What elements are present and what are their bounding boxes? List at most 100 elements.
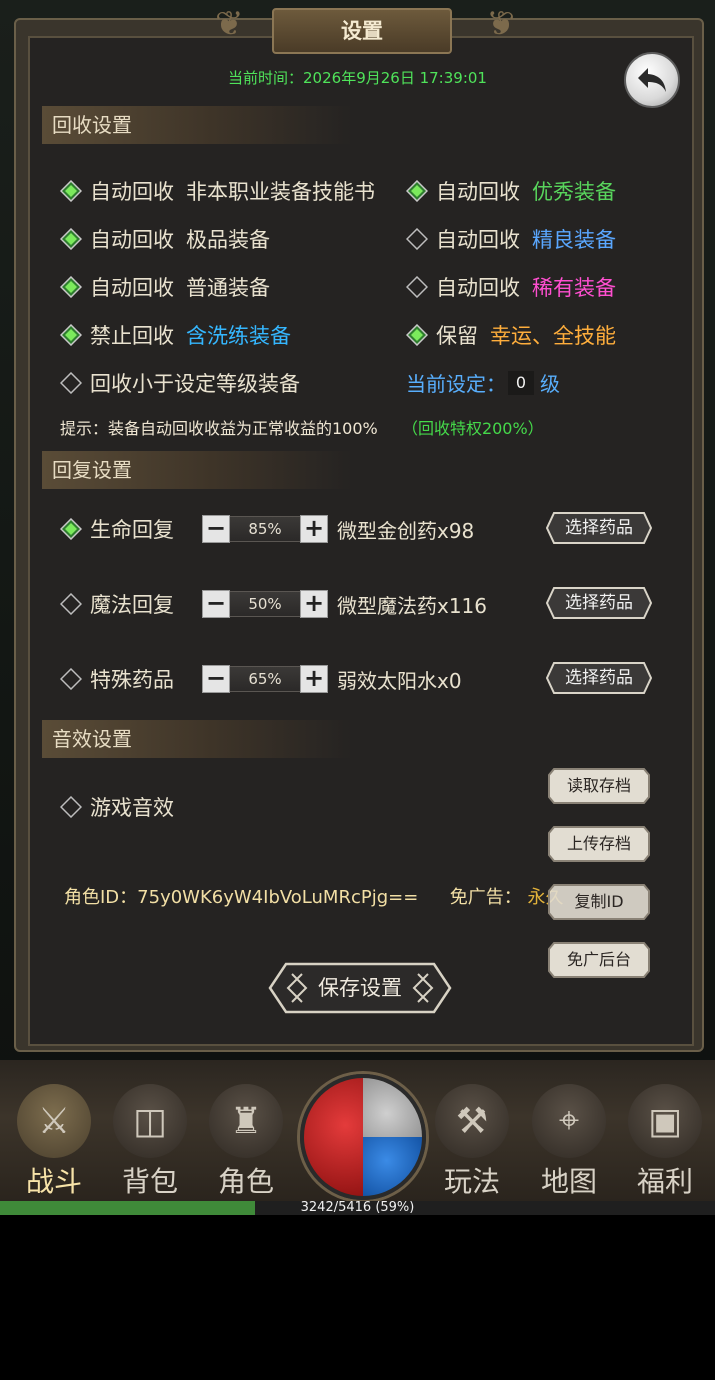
- recovery-label: 生命回复: [90, 518, 174, 542]
- role-id-line: 角色ID：75y0WK6yW4IbVoLuMRcPjg== 免广告： 永久: [64, 883, 564, 909]
- checkbox-checked-icon[interactable]: [406, 180, 428, 202]
- level-input[interactable]: 0: [508, 370, 534, 395]
- upload-save-button[interactable]: 上传存档: [548, 826, 650, 862]
- read-save-button[interactable]: 读取存档: [548, 768, 650, 804]
- section-recovery-settings: 回复设置: [42, 451, 352, 489]
- nav-label: 背包: [121, 1165, 178, 1198]
- nav-label: 战斗: [25, 1165, 82, 1198]
- character-helmet-icon: ♜: [209, 1084, 283, 1158]
- medicine-name: 弱效太阳水x0: [337, 669, 462, 693]
- percent-value: 85%: [230, 516, 300, 542]
- plus-button[interactable]: +: [300, 665, 328, 693]
- recycle-level-label: 回收小于设定等级装备: [90, 372, 300, 396]
- medicine-name: 微型魔法药x116: [337, 594, 488, 618]
- crossed-swords-icon: ⚔: [17, 1084, 91, 1158]
- special-percent-stepper: − 65% +: [202, 665, 328, 693]
- recycle-item: 幸运、全技能: [490, 324, 616, 348]
- checkbox-unchecked-icon[interactable]: [406, 276, 428, 298]
- recovery-label: 魔法回复: [90, 593, 174, 617]
- choose-medicine-button[interactable]: 选择药品: [545, 512, 653, 544]
- mp-orb-part: [363, 1137, 422, 1196]
- recycle-option-normal[interactable]: 自动回收 普通装备: [60, 272, 270, 302]
- title-ornament-right: ❦: [486, 4, 516, 44]
- recycle-prefix: 自动回收: [90, 276, 174, 300]
- save-settings-button[interactable]: 保存设置: [268, 962, 452, 1014]
- nav-tab-battle[interactable]: ⚔ 战斗: [12, 1078, 96, 1198]
- role-id: 角色ID：75y0WK6yW4IbVoLuMRcPjg==: [64, 887, 419, 908]
- recycle-prefix: 自动回收: [436, 228, 520, 252]
- recycle-item: 优秀装备: [532, 180, 616, 204]
- special-medicine-toggle[interactable]: 特殊药品: [60, 664, 174, 694]
- ad-free-label: 免广告：: [449, 887, 522, 908]
- section-recycle-settings: 回收设置: [42, 106, 352, 144]
- recycle-option-rare[interactable]: 自动回收 稀有装备: [406, 272, 616, 302]
- recycle-hint: 提示：装备自动回收收益为正常收益的100% （回收特权200%）: [60, 415, 544, 439]
- recycle-prefix: 禁止回收: [90, 324, 174, 348]
- recycle-prefix: 自动回收: [90, 180, 174, 204]
- hp-mp-orb: [300, 1074, 426, 1200]
- checkbox-checked-icon[interactable]: [60, 324, 82, 346]
- minus-button[interactable]: −: [202, 665, 230, 693]
- nav-label: 地图: [540, 1165, 597, 1198]
- mp-recovery-toggle[interactable]: 魔法回复: [60, 589, 174, 619]
- mp-percent-stepper: − 50% +: [202, 590, 328, 618]
- minus-button[interactable]: −: [202, 515, 230, 543]
- checkbox-unchecked-icon[interactable]: [60, 796, 82, 818]
- plus-button[interactable]: +: [300, 515, 328, 543]
- recycle-below-level-option[interactable]: 回收小于设定等级装备: [60, 368, 300, 398]
- choose-medicine-label: 选择药品: [565, 668, 633, 688]
- recycle-option-superior[interactable]: 自动回收 极品装备: [60, 224, 270, 254]
- checkbox-checked-icon[interactable]: [60, 180, 82, 202]
- recycle-prefix: 保留: [436, 324, 478, 348]
- keep-lucky-all-skills[interactable]: 保留 幸运、全技能: [406, 320, 616, 350]
- hp-recovery-toggle[interactable]: 生命回复: [60, 514, 174, 544]
- experience-text: 3242/5416 (59%): [300, 1200, 415, 1215]
- nav-label: 福利: [636, 1165, 693, 1198]
- percent-value: 65%: [230, 666, 300, 692]
- choose-medicine-button[interactable]: 选择药品: [545, 662, 653, 694]
- hp-orb-half: [304, 1078, 363, 1196]
- checkbox-unchecked-icon[interactable]: [60, 372, 82, 394]
- recycle-option-fine[interactable]: 自动回收 精良装备: [406, 224, 616, 254]
- hp-percent-stepper: − 85% +: [202, 515, 328, 543]
- title-ornament-left: ❦: [215, 4, 244, 44]
- nav-tab-character[interactable]: ♜ 角色: [204, 1078, 288, 1198]
- percent-value: 50%: [230, 591, 300, 617]
- game-sound-toggle[interactable]: 游戏音效: [60, 792, 174, 822]
- back-button[interactable]: [624, 52, 680, 108]
- checkbox-checked-icon[interactable]: [60, 518, 82, 540]
- checkbox-unchecked-icon[interactable]: [60, 593, 82, 615]
- back-arrow-icon: [638, 68, 666, 92]
- save-settings-label: 保存设置: [318, 976, 402, 1000]
- ad-free-backend-button[interactable]: 免广后台: [548, 942, 650, 978]
- nav-tab-welfare[interactable]: ▣ 福利: [623, 1078, 707, 1198]
- nav-tab-backpack[interactable]: ◫ 背包: [108, 1078, 192, 1198]
- medicine-name: 微型金创药x98: [337, 519, 475, 543]
- minus-button[interactable]: −: [202, 590, 230, 618]
- recycle-item: 极品装备: [186, 228, 270, 252]
- nav-tab-gameplay[interactable]: ⚒ 玩法: [430, 1078, 514, 1198]
- read-save-label: 读取存档: [566, 776, 631, 795]
- plus-button[interactable]: +: [300, 590, 328, 618]
- copy-id-button[interactable]: 复制ID: [548, 884, 650, 920]
- checkbox-checked-icon[interactable]: [60, 228, 82, 250]
- checkbox-unchecked-icon[interactable]: [60, 668, 82, 690]
- choose-medicine-button[interactable]: 选择药品: [545, 587, 653, 619]
- privilege-text: （回收特权200%）: [401, 419, 544, 438]
- backpack-icon: ◫: [113, 1084, 187, 1158]
- orb-empty-part: [363, 1078, 422, 1137]
- section-sound-settings: 音效设置: [42, 720, 352, 758]
- checkbox-unchecked-icon[interactable]: [406, 228, 428, 250]
- upload-save-label: 上传存档: [566, 834, 631, 853]
- current-setting-label: 当前设定：: [406, 372, 506, 396]
- experience-bar: 3242/5416 (59%): [0, 1201, 715, 1215]
- recycle-option-non-class-books[interactable]: 自动回收 非本职业装备技能书: [60, 176, 375, 206]
- nav-tab-map[interactable]: ⌖ 地图: [527, 1078, 611, 1198]
- map-icon: ⌖: [532, 1084, 606, 1158]
- checkbox-checked-icon[interactable]: [406, 324, 428, 346]
- nav-label: 角色: [217, 1165, 274, 1198]
- recycle-prefix: 自动回收: [436, 180, 520, 204]
- forbid-recycle-refined[interactable]: 禁止回收 含洗练装备: [60, 320, 291, 350]
- recycle-option-excellent[interactable]: 自动回收 优秀装备: [406, 176, 616, 206]
- checkbox-checked-icon[interactable]: [60, 276, 82, 298]
